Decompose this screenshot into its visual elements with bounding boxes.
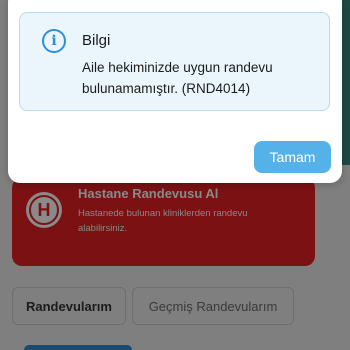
tab-appointments[interactable]: Randevularım	[12, 287, 126, 325]
hospital-card-title: Hastane Randevusu Al	[78, 186, 219, 201]
dialog-title: Bilgi	[82, 32, 111, 49]
app-screen: H Hastane Randevusu Al Hastanede bulunan…	[0, 0, 350, 350]
info-icon: i	[42, 29, 66, 53]
hospital-appointment-card[interactable]: H Hastane Randevusu Al Hastanede bulunan…	[12, 178, 315, 266]
background-strip	[342, 0, 350, 165]
hospital-card-description: Hastanede bulunan kliniklerden randevu a…	[78, 208, 248, 234]
hospital-badge-letter: H	[29, 195, 59, 225]
dialog-message: Aile hekiminizde uygun randevu bulunamam…	[82, 60, 273, 96]
bottom-action-button[interactable]	[24, 345, 132, 350]
tab-past-appointments[interactable]: Geçmiş Randevularım	[132, 287, 294, 325]
info-dialog: i Bilgi Aile hekiminizde uygun randevu b…	[8, 0, 342, 183]
ok-button[interactable]: Tamam	[254, 141, 331, 173]
hospital-badge-icon: H	[26, 192, 62, 228]
info-message-box: i Bilgi Aile hekiminizde uygun randevu b…	[19, 12, 330, 111]
